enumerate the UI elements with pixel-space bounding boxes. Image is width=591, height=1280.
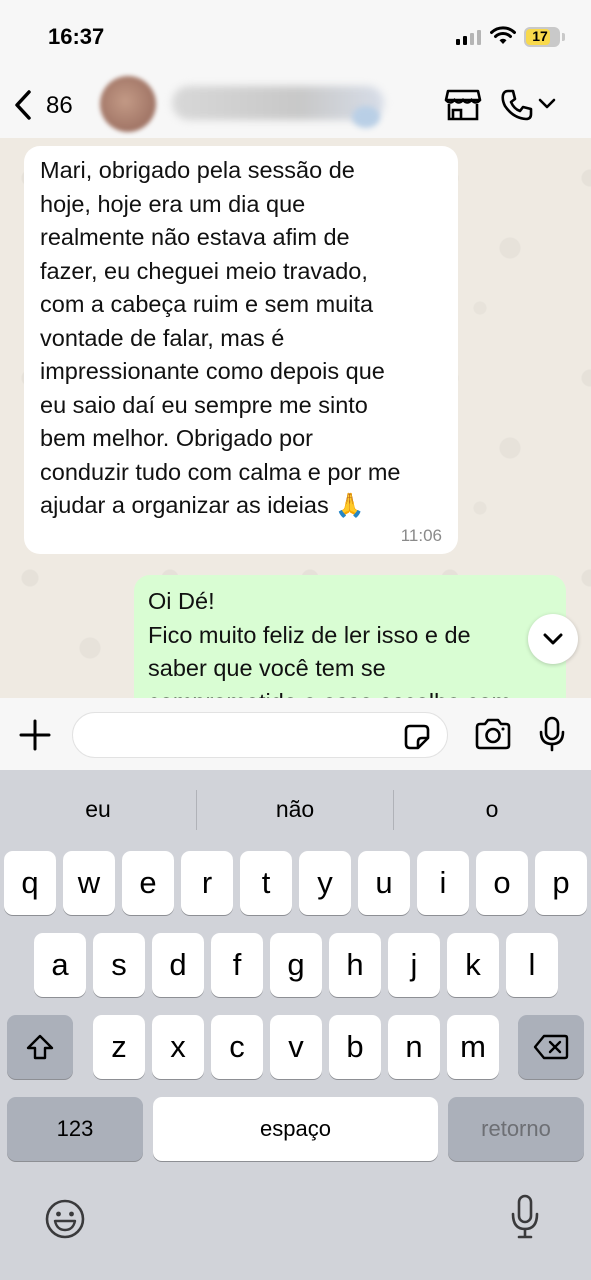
key-d[interactable]: d bbox=[152, 933, 204, 997]
outgoing-message-text: Oi Dé! Fico muito feliz de ler isso e de… bbox=[148, 588, 511, 698]
shift-key[interactable] bbox=[7, 1015, 73, 1079]
key-f[interactable]: f bbox=[211, 933, 263, 997]
key-m[interactable]: m bbox=[447, 1015, 499, 1079]
key-s[interactable]: s bbox=[93, 933, 145, 997]
suggestion-2[interactable]: não bbox=[197, 796, 393, 823]
key-a[interactable]: a bbox=[34, 933, 86, 997]
key-v[interactable]: v bbox=[270, 1015, 322, 1079]
message-input-bar bbox=[0, 698, 591, 770]
numbers-key[interactable]: 123 bbox=[7, 1097, 143, 1161]
keyboard: eu não o q w e r t y u i o p a s d f g h… bbox=[0, 770, 591, 1280]
key-e[interactable]: e bbox=[122, 851, 174, 915]
plus-icon[interactable] bbox=[18, 718, 52, 752]
outgoing-message[interactable]: Oi Dé! Fico muito feliz de ler isso e de… bbox=[134, 575, 566, 698]
battery-icon: 17 bbox=[524, 27, 560, 47]
key-k[interactable]: k bbox=[447, 933, 499, 997]
emoji-icon[interactable] bbox=[44, 1198, 86, 1240]
key-h[interactable]: h bbox=[329, 933, 381, 997]
battery-level: 17 bbox=[532, 28, 548, 44]
message-timestamp: 11:06 bbox=[400, 526, 442, 545]
key-x[interactable]: x bbox=[152, 1015, 204, 1079]
message-input[interactable] bbox=[72, 712, 448, 758]
status-time: 16:37 bbox=[48, 24, 105, 49]
key-w[interactable]: w bbox=[63, 851, 115, 915]
backspace-key[interactable] bbox=[518, 1015, 584, 1079]
phone-icon[interactable] bbox=[500, 88, 534, 122]
key-o[interactable]: o bbox=[476, 851, 528, 915]
scroll-to-bottom-button[interactable] bbox=[528, 614, 578, 664]
key-t[interactable]: t bbox=[240, 851, 292, 915]
return-key[interactable]: retorno bbox=[448, 1097, 584, 1161]
suggestion-3[interactable]: o bbox=[394, 796, 590, 823]
shift-icon bbox=[26, 1034, 54, 1060]
key-u[interactable]: u bbox=[358, 851, 410, 915]
key-p[interactable]: p bbox=[535, 851, 587, 915]
key-j[interactable]: j bbox=[388, 933, 440, 997]
chat-header: 86 bbox=[0, 72, 591, 138]
store-icon[interactable] bbox=[444, 88, 482, 122]
camera-icon[interactable] bbox=[474, 718, 512, 750]
wifi-icon bbox=[490, 26, 516, 44]
suggestion-bar: eu não o bbox=[0, 770, 591, 848]
sticker-icon[interactable] bbox=[402, 722, 432, 752]
incoming-message-text: Mari, obrigado pela sessão de hoje, hoje… bbox=[40, 157, 401, 518]
chevron-down-icon[interactable] bbox=[538, 98, 556, 110]
incoming-message[interactable]: Mari, obrigado pela sessão de hoje, hoje… bbox=[24, 146, 458, 554]
key-l[interactable]: l bbox=[506, 933, 558, 997]
chevron-down-icon bbox=[543, 633, 563, 645]
status-bar: 16:37 17 bbox=[0, 0, 591, 72]
key-q[interactable]: q bbox=[4, 851, 56, 915]
key-z[interactable]: z bbox=[93, 1015, 145, 1079]
unread-count[interactable]: 86 bbox=[46, 92, 73, 120]
dictation-icon[interactable] bbox=[510, 1194, 540, 1240]
key-b[interactable]: b bbox=[329, 1015, 381, 1079]
chat-area[interactable]: Mari, obrigado pela sessão de hoje, hoje… bbox=[0, 138, 591, 698]
microphone-icon[interactable] bbox=[538, 716, 566, 752]
back-chevron-icon[interactable] bbox=[12, 89, 34, 121]
backspace-icon bbox=[533, 1034, 569, 1060]
key-r[interactable]: r bbox=[181, 851, 233, 915]
key-i[interactable]: i bbox=[417, 851, 469, 915]
key-n[interactable]: n bbox=[388, 1015, 440, 1079]
key-g[interactable]: g bbox=[270, 933, 322, 997]
key-y[interactable]: y bbox=[299, 851, 351, 915]
cellular-signal-icon bbox=[456, 30, 481, 45]
key-c[interactable]: c bbox=[211, 1015, 263, 1079]
suggestion-1[interactable]: eu bbox=[0, 796, 196, 823]
avatar[interactable] bbox=[100, 76, 156, 132]
space-key[interactable]: espaço bbox=[153, 1097, 438, 1161]
